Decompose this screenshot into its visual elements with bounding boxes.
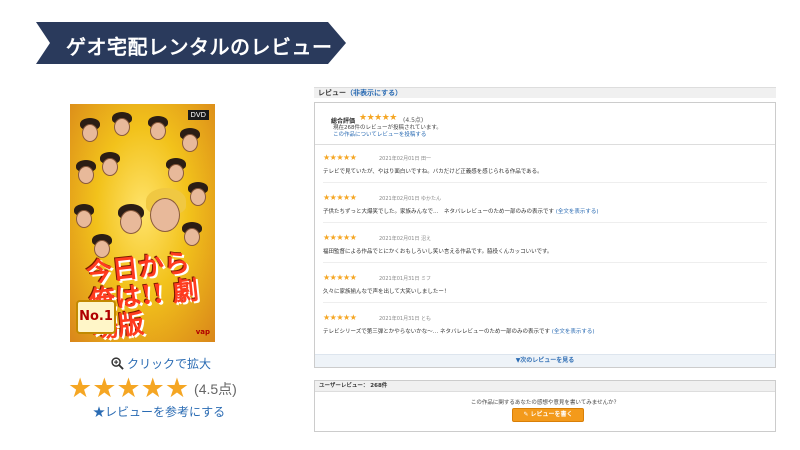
cast-face — [78, 166, 94, 184]
review-body: 久々に家族揃んなで声を出して大笑いしましたー！ — [323, 287, 449, 295]
review-body: 福田監督による作品でとにかくおもしろいし笑い言える作品です。脇役くんカッコいいで… — [323, 247, 552, 255]
cast-face — [150, 122, 166, 140]
review-body: テレビで見ていたが、やはり面白いですね。バカだけど正義感を感じられる作品である。 — [323, 167, 543, 175]
show-full-link[interactable]: (全文を表示する) — [552, 329, 595, 335]
banner-title: ゲオ宅配レンタルのレビュー — [66, 35, 333, 59]
cast-face — [120, 210, 142, 234]
cast-face — [184, 228, 200, 246]
review-text: 子供たちずっと大爆笑でした。家族みんなで… ネタバレレビューのため一部のみの表示… — [323, 209, 555, 215]
reviews-header: レビュー（非表示にする） — [314, 87, 776, 98]
rating-score: (4.5点) — [194, 380, 237, 397]
zoom-link[interactable]: クリックで拡大 — [111, 355, 211, 371]
overall-rating-stars: ★★★★★ — [359, 113, 397, 123]
cast-face — [114, 118, 130, 136]
review-item: ★★★★★ 2021年01月31日 とも テレビシリーズで第三弾とかやらないかな… — [323, 309, 767, 343]
reviews-panel: 総合評価 ★★★★★ (4.5点) 現在268件のレビューが投稿されています。 … — [314, 102, 776, 368]
review-item: ★★★★★ 2021年01月31日 ミフ 久々に家族揃んなで声を出して大笑いしま… — [323, 269, 767, 303]
review-stars: ★★★★★ — [323, 153, 357, 162]
review-stars: ★★★★★ — [323, 313, 357, 322]
review-meta: 2021年01月31日 とも — [379, 316, 432, 322]
rating-stars: ★★★★★ — [68, 373, 190, 404]
review-text: テレビで見ていたが、やはり面白いですね。バカだけど正義感を感じられる作品である。 — [323, 169, 543, 175]
write-review-button[interactable]: ✎ レビューを書く — [512, 408, 584, 422]
review-meta: 2021年02月01日 ゆかたん — [379, 196, 442, 202]
review-stars: ★★★★★ — [323, 233, 357, 242]
cast-face — [94, 240, 110, 258]
review-stars: ★★★★★ — [323, 193, 357, 202]
user-review-header: ユーザーレビュー： 268件 — [315, 381, 775, 392]
magnifier-plus-icon — [111, 356, 124, 370]
review-text: 福田監督による作品でとにかくおもしろいし笑い言える作品です。脇役くんカッコいいで… — [323, 249, 553, 255]
review-item: ★★★★★ 2021年02月01日 ゆかたん 子供たちずっと大爆笑でした。家族み… — [323, 189, 767, 223]
post-review-link[interactable]: この作品についてレビューを投稿する — [333, 130, 426, 138]
review-text: テレビシリーズで第三弾とかやらないかな～… ネタバレレビューのため一部のみの表示… — [323, 329, 550, 335]
cast-face — [102, 158, 118, 176]
review-body: 子供たちずっと大爆笑でした。家族みんなで… ネタバレレビューのため一部のみの表示… — [323, 207, 599, 215]
next-reviews-button[interactable]: ▼次のレビューを見る — [315, 354, 775, 367]
reviews-header-title: レビュー — [318, 89, 346, 97]
show-full-link[interactable]: (全文を表示する) — [556, 209, 599, 215]
review-body: テレビシリーズで第三弾とかやらないかな～… ネタバレレビューのため一部のみの表示… — [323, 327, 595, 335]
review-item: ★★★★★ 2021年02月01日 田一 テレビで見ていたが、やはり面白いですね… — [323, 149, 767, 183]
dvd-cover-image[interactable]: DVD 今日から俺は!! 劇場版 No.1 vap — [70, 104, 215, 342]
review-stars: ★★★★★ — [323, 273, 357, 282]
hide-reviews-toggle[interactable]: （非表示にする） — [346, 89, 402, 97]
user-review-prompt: この作品に関するあなたの感想や意見を書いてみませんか？ — [470, 400, 620, 406]
review-text: 久々に家族揃んなで声を出して大笑いしましたー！ — [323, 289, 450, 295]
zoom-label: クリックで拡大 — [127, 356, 212, 371]
lead-face — [150, 198, 180, 232]
cast-face — [168, 164, 184, 182]
review-meta: 2021年01月31日 ミフ — [379, 276, 432, 282]
review-item: ★★★★★ 2021年02月01日 沼え 福田監督による作品でとにかくおもしろい… — [323, 229, 767, 263]
cast-face — [190, 188, 206, 206]
cast-face — [182, 134, 198, 152]
rating-summary: 総合評価 ★★★★★ (4.5点) 現在268件のレビューが投稿されています。 … — [315, 103, 775, 145]
cast-face — [82, 124, 98, 142]
review-meta: 2021年02月01日 沼え — [379, 236, 432, 242]
rating-display: ★★★★★ (4.5点) — [68, 375, 237, 402]
review-meta: 2021年02月01日 田一 — [379, 156, 432, 162]
page-banner: ゲオ宅配レンタルのレビュー — [36, 22, 346, 64]
label-logo: vap — [195, 328, 210, 336]
cast-face — [76, 210, 92, 228]
no1-badge: No.1 — [76, 300, 116, 334]
mark-helpful-link[interactable]: ★レビューを参考にする — [93, 403, 225, 420]
dvd-badge: DVD — [187, 110, 209, 120]
user-review-box: ユーザーレビュー： 268件 この作品に関するあなたの感想や意見を書いてみません… — [314, 380, 776, 432]
